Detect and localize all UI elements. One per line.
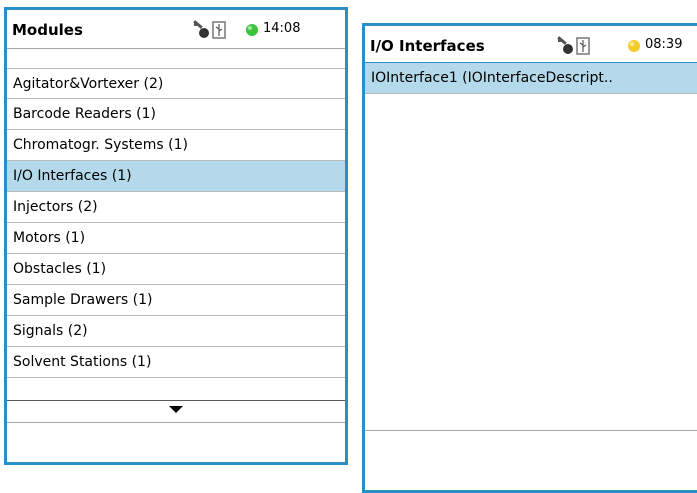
list-item[interactable]: Chromatogr. Systems (1) (7, 130, 345, 161)
page-title: I/O Interfaces (370, 37, 485, 55)
list-item-label: Motors (1) (13, 230, 86, 246)
io-interfaces-screen: I/O Interfaces 08:39 IOInterface1 (IOInt… (362, 23, 697, 493)
list-item-label: Injectors (2) (13, 199, 98, 215)
list-item[interactable]: Motors (1) (7, 223, 345, 254)
status-led-icon (245, 22, 259, 41)
list-item-label: Obstacles (1) (13, 261, 107, 277)
status-led-icon (627, 38, 641, 57)
list-item-label: Signals (2) (13, 323, 88, 339)
bottom-divider (365, 430, 697, 431)
list-item[interactable]: IOInterface1 (IOInterfaceDescript.. (365, 63, 697, 94)
modules-list: Agitator&Vortexer (2) Barcode Readers (1)… (7, 68, 345, 378)
list-item[interactable]: Signals (2) (7, 316, 345, 347)
io-interfaces-list: IOInterface1 (IOInterfaceDescript.. (365, 63, 697, 94)
list-item-label: Sample Drawers (1) (13, 292, 153, 308)
title-bar: Modules 14:08 (7, 10, 345, 49)
status-area: 14:08 (191, 20, 345, 40)
usb-icon (211, 20, 227, 44)
list-item-label: I/O Interfaces (1) (13, 168, 132, 184)
status-area: 08:39 (555, 36, 697, 56)
list-item[interactable]: Barcode Readers (1) (7, 99, 345, 130)
list-item-label: Barcode Readers (1) (13, 106, 156, 122)
list-item-label: Chromatogr. Systems (1) (13, 137, 188, 153)
list-item-label: Solvent Stations (1) (13, 354, 152, 370)
list-item[interactable]: Injectors (2) (7, 192, 345, 223)
clock-time: 14:08 (263, 21, 301, 36)
triangle-down-icon (169, 406, 183, 413)
list-item-label: Agitator&Vortexer (2) (13, 76, 164, 92)
key-icon (555, 36, 575, 60)
list-item[interactable]: I/O Interfaces (1) (7, 161, 345, 192)
list-item[interactable]: Solvent Stations (1) (7, 347, 345, 378)
clock-time: 08:39 (645, 37, 683, 52)
usb-icon (575, 36, 591, 60)
list-item-label: IOInterface1 (IOInterfaceDescript.. (371, 70, 613, 86)
title-bar: I/O Interfaces 08:39 (365, 26, 697, 63)
page-title: Modules (12, 21, 83, 39)
modules-screen: Modules 14:08 Agitator&Vortexer (2) Barc… (4, 7, 348, 465)
list-item[interactable]: Sample Drawers (1) (7, 285, 345, 316)
list-item[interactable]: Obstacles (1) (7, 254, 345, 285)
key-icon (191, 20, 211, 44)
list-item[interactable]: Agitator&Vortexer (2) (7, 68, 345, 99)
scroll-down-bar[interactable] (7, 400, 345, 423)
